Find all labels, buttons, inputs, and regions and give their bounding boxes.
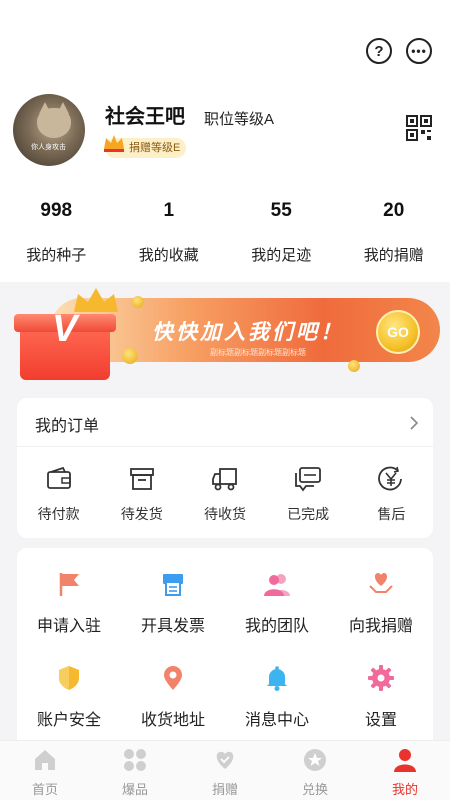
stat-seeds[interactable]: 998 我的种子 (0, 200, 113, 265)
crown-icon (104, 135, 124, 152)
service-donate-to-me[interactable]: 向我捐赠 (329, 570, 433, 636)
chevron-right-icon[interactable] (409, 416, 419, 430)
services-card: 申请入驻 开具发票 我的团队 向我捐赠 账户安全 收货地址 消息中心 设置 (17, 548, 433, 758)
order-pending-payment[interactable]: 待付款 (23, 466, 95, 524)
stat-value: 998 (40, 200, 73, 221)
stat-label: 我的足迹 (251, 247, 312, 264)
service-message-center[interactable]: 消息中心 (225, 664, 329, 730)
service-my-team[interactable]: 我的团队 (225, 570, 329, 636)
service-account-security[interactable]: 账户安全 (17, 664, 121, 730)
banner-subtitle: 副标题副标题副标题副标题 (210, 348, 306, 357)
services-grid: 申请入驻 开具发票 我的团队 向我捐赠 账户安全 收货地址 消息中心 设置 (17, 570, 433, 730)
stat-footprints[interactable]: 55 我的足迹 (225, 200, 338, 265)
heart-hand-icon (369, 573, 393, 593)
stat-label: 我的捐赠 (363, 247, 424, 264)
stat-donations[interactable]: 20 我的捐赠 (338, 200, 450, 265)
order-status-row: 待付款 待发货 待收货 已完成 售后 (17, 466, 433, 524)
coin-icon (132, 296, 144, 308)
service-label: 我的团队 (244, 618, 309, 635)
truck-icon (212, 468, 237, 491)
yen-refund-icon (378, 466, 403, 491)
divider (17, 446, 433, 447)
stat-label: 我的收藏 (138, 247, 199, 264)
bottom-tab-bar: 首页 爆品 捐赠 兑换 我的 (0, 740, 450, 800)
orders-card: 我的订单 待付款 待发货 待收货 已完成 售后 (17, 398, 433, 538)
join-banner[interactable]: V 快快加入我们吧！ 副标题副标题副标题副标题 GO (12, 286, 440, 386)
banner-title: 快快加入我们吧！ (152, 321, 344, 344)
top-action-bar: ? ••• (366, 38, 432, 64)
tab-mine[interactable]: 我的 (360, 741, 450, 800)
orders-header[interactable]: 我的订单 (35, 412, 99, 436)
order-pending-receipt[interactable]: 待收货 (189, 466, 261, 524)
gear-icon (368, 665, 394, 691)
tab-label: 首页 (31, 782, 58, 797)
service-invoice[interactable]: 开具发票 (121, 570, 225, 636)
order-label: 售后 (377, 506, 406, 522)
tab-label: 兑换 (301, 782, 328, 797)
stat-value: 20 (383, 200, 405, 221)
help-icon[interactable]: ? (366, 38, 392, 64)
service-label: 设置 (364, 712, 397, 729)
exchange-star-icon (304, 749, 326, 771)
user-name: 社会王吧 (105, 106, 185, 128)
tab-home[interactable]: 首页 (0, 741, 90, 800)
shield-icon (59, 666, 79, 690)
crown-icon (74, 288, 118, 312)
printer-icon (163, 574, 183, 596)
team-icon (264, 574, 290, 596)
service-settings[interactable]: 设置 (329, 664, 433, 730)
service-apply-settle[interactable]: 申请入驻 (17, 570, 121, 636)
qr-code-icon[interactable] (405, 114, 433, 142)
service-label: 收货地址 (140, 712, 205, 729)
stats-row: 998 我的种子 1 我的收藏 55 我的足迹 20 我的捐赠 (0, 200, 450, 265)
user-icon (394, 749, 416, 772)
tab-label: 爆品 (121, 782, 148, 797)
package-icon (129, 468, 154, 490)
order-pending-shipment[interactable]: 待发货 (106, 466, 178, 524)
avatar[interactable]: 你人身攻击 (13, 94, 85, 166)
tab-hot-items[interactable]: 爆品 (90, 741, 180, 800)
service-label: 向我捐赠 (348, 618, 413, 635)
service-label: 账户安全 (36, 712, 101, 729)
order-label: 已完成 (287, 506, 330, 522)
order-label: 待发货 (120, 506, 163, 522)
grid-icon (124, 749, 146, 771)
tab-label: 我的 (391, 782, 418, 797)
tab-label: 捐赠 (211, 782, 238, 797)
order-after-sales[interactable]: 售后 (355, 466, 427, 524)
banner-logo: V (52, 308, 78, 350)
avatar-caption: 你人身攻击 (31, 144, 66, 151)
order-label: 待付款 (37, 506, 80, 522)
flag-icon (59, 573, 79, 596)
service-shipping-address[interactable]: 收货地址 (121, 664, 225, 730)
stat-label: 我的种子 (26, 247, 87, 264)
service-label: 开具发票 (140, 618, 205, 635)
message-check-icon (295, 467, 322, 492)
service-label: 申请入驻 (36, 618, 101, 635)
home-icon (35, 750, 55, 770)
stat-favorites[interactable]: 1 我的收藏 (113, 200, 226, 265)
stat-value: 55 (270, 200, 292, 221)
tab-exchange[interactable]: 兑换 (270, 741, 360, 800)
coin-icon (348, 360, 360, 372)
tab-donate[interactable]: 捐赠 (180, 741, 270, 800)
message-icon[interactable]: ••• (406, 38, 432, 64)
donate-heart-icon (216, 751, 234, 769)
bell-icon (267, 666, 287, 691)
order-label: 待收货 (203, 506, 246, 522)
service-label: 消息中心 (244, 712, 309, 729)
stat-value: 1 (163, 200, 175, 221)
order-completed[interactable]: 已完成 (272, 466, 344, 524)
user-level: 职位等级A (204, 111, 275, 128)
coin-icon (122, 348, 138, 364)
location-pin-icon (164, 666, 182, 690)
go-button[interactable]: GO (376, 310, 420, 354)
wallet-icon (46, 466, 71, 489)
